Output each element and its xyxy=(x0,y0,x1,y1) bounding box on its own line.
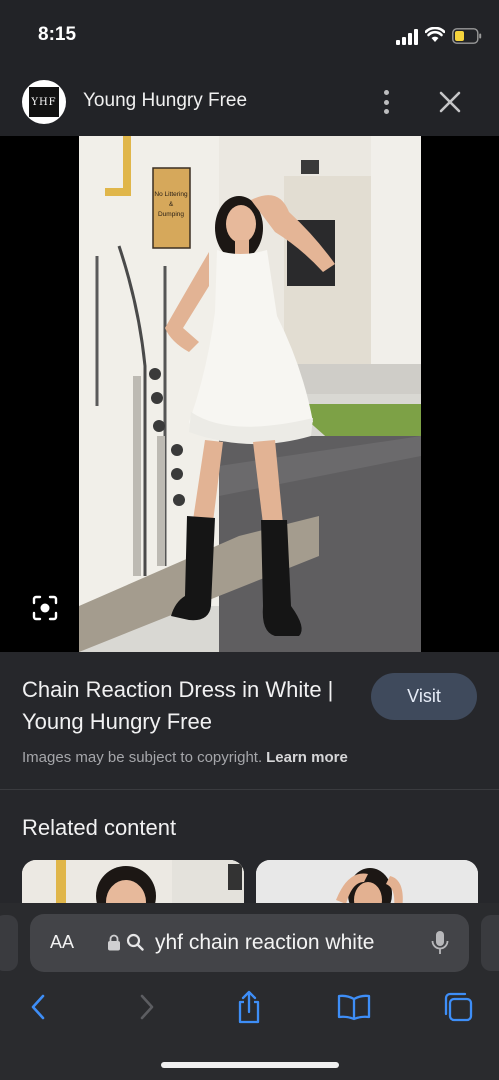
related-heading: Related content xyxy=(22,815,177,840)
status-bar: 8:15 xyxy=(0,0,499,68)
share-button[interactable] xyxy=(229,987,269,1027)
home-indicator[interactable] xyxy=(161,1062,339,1068)
lock-icon xyxy=(108,934,120,951)
close-icon[interactable] xyxy=(436,88,464,116)
result-header: YHF Young Hungry Free xyxy=(0,68,499,136)
more-vertical-icon[interactable] xyxy=(372,86,400,118)
result-info: Chain Reaction Dress in White | Young Hu… xyxy=(0,652,499,790)
next-tab-preview[interactable] xyxy=(481,915,499,971)
tabs-button[interactable] xyxy=(438,987,478,1027)
svg-text:&: & xyxy=(169,201,174,208)
battery-icon xyxy=(452,28,482,44)
learn-more-link[interactable]: Learn more xyxy=(266,749,348,766)
browser-toolbar xyxy=(0,987,499,1031)
copyright-text: Images may be subject to copyright. xyxy=(22,749,263,766)
share-icon xyxy=(238,990,260,1024)
signal-icon xyxy=(396,29,418,45)
site-name[interactable]: Young Hungry Free xyxy=(83,90,247,112)
search-icon xyxy=(126,933,144,951)
related-content: Related content xyxy=(0,790,499,920)
image-viewer: No Littering & Dumping xyxy=(0,136,499,652)
previous-tab-preview[interactable] xyxy=(0,915,18,971)
status-time: 8:15 xyxy=(38,24,77,45)
back-icon xyxy=(31,994,45,1020)
result-title[interactable]: Chain Reaction Dress in White | Young Hu… xyxy=(22,674,367,738)
site-logo[interactable]: YHF xyxy=(22,80,66,124)
logo-text: YHF xyxy=(29,87,59,117)
bookmarks-icon xyxy=(337,994,371,1021)
svg-text:Dumping: Dumping xyxy=(158,211,184,218)
wifi-icon xyxy=(425,27,445,42)
tabs-icon xyxy=(444,992,473,1022)
forward-icon xyxy=(140,994,154,1020)
back-button[interactable] xyxy=(19,987,59,1027)
product-photo[interactable]: No Littering & Dumping xyxy=(79,136,421,652)
visual-search-icon[interactable] xyxy=(31,594,59,622)
url-text[interactable]: yhf chain reaction white xyxy=(155,931,374,955)
browser-bottom-bar: AA yhf chain reaction white xyxy=(0,903,499,1080)
forward-button[interactable] xyxy=(126,987,166,1027)
copyright-notice: Images may be subject to copyright. Learn… xyxy=(22,749,348,766)
bookmarks-button[interactable] xyxy=(334,987,374,1027)
svg-text:No Littering: No Littering xyxy=(154,191,188,198)
reader-settings-button[interactable]: AA xyxy=(50,932,74,953)
address-bar[interactable]: AA yhf chain reaction white xyxy=(30,914,469,972)
visit-button[interactable]: Visit xyxy=(371,673,477,720)
microphone-icon[interactable] xyxy=(431,930,449,956)
